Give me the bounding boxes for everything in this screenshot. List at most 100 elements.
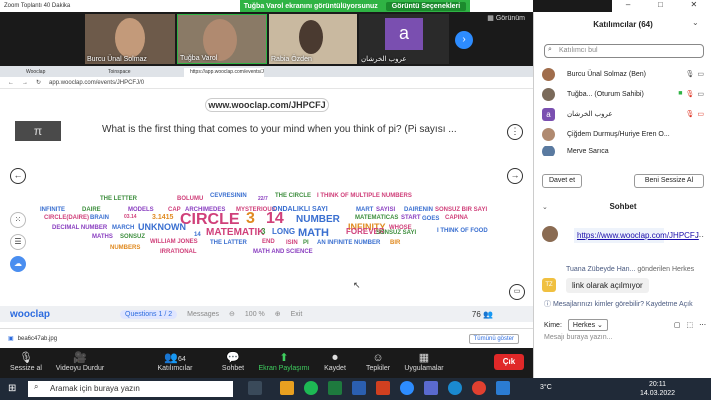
time: 20:11	[649, 381, 667, 388]
back-icon[interactable]: ←	[8, 80, 14, 86]
word-cloud-word: LONG	[272, 227, 296, 236]
participant-count: 76 👥	[472, 310, 493, 319]
chat-message-link[interactable]: https://www.wooclap.com/JHPCFJ	[574, 228, 699, 243]
participant-row[interactable]: a عروب الخرشان 🎙 ▭	[542, 106, 704, 122]
chrome-icon[interactable]	[472, 381, 486, 395]
grid-menu-icon[interactable]: ⁙	[10, 212, 26, 228]
taskbar-clock[interactable]: 20:11 14.03.2022	[640, 380, 675, 398]
windows-start-icon[interactable]: ⊞	[8, 383, 16, 394]
questions-tab[interactable]: Questions 1 / 2	[120, 309, 178, 319]
video-tile[interactable]: Tuğba Varol	[177, 14, 267, 64]
address-bar[interactable]: app.wooclap.com/events/JHPCFJ/0	[49, 80, 144, 86]
word-icon[interactable]	[352, 381, 366, 395]
show-all-button[interactable]: Tümünü göster	[468, 333, 519, 344]
chat-visibility-info[interactable]: ⓘ Mesajlarınızı kimler görebilir? Kaydet…	[544, 299, 693, 309]
messages-tab[interactable]: Messages	[187, 311, 219, 318]
screenshot-icon[interactable]: ⬚	[687, 321, 694, 329]
list-icon[interactable]: ☰	[10, 234, 26, 250]
edge-icon[interactable]	[448, 381, 462, 395]
taskbar-search-input[interactable]: Aramak için buraya yazın	[28, 381, 233, 397]
chat-button[interactable]: 💬 Sohbet	[218, 351, 248, 372]
more-icon[interactable]: ⋯	[699, 321, 706, 329]
next-page-button[interactable]: ›	[455, 31, 473, 49]
participants-button[interactable]: 👥64 Katılımcılar	[155, 351, 195, 372]
close-icon[interactable]: ✕	[690, 0, 697, 12]
exit-button[interactable]: Exit	[291, 311, 303, 318]
more-icon[interactable]: ⋯	[696, 232, 704, 241]
stop-video-button[interactable]: 🎥 Videoyu Durdur	[52, 351, 108, 372]
gallery-view-button[interactable]: ▦ Görünüm	[487, 14, 525, 22]
browser-tab[interactable]: Toinspace	[102, 68, 182, 77]
previous-arrow-icon[interactable]: ←	[10, 168, 26, 184]
apps-button[interactable]: ▦ Uygulamalar	[402, 351, 446, 372]
file-icon[interactable]: ▢	[674, 321, 681, 329]
spotify-icon[interactable]	[304, 381, 318, 395]
invite-button[interactable]: Davet et	[542, 174, 582, 188]
window-controls: – □ ✕	[612, 0, 711, 12]
maximize-icon[interactable]: □	[658, 0, 663, 12]
search-icon: ⌕	[34, 382, 39, 391]
video-off-icon: ▭	[697, 111, 704, 118]
chat-title: Sohbet	[609, 202, 637, 211]
word-cloud-word: ISIN	[286, 240, 298, 246]
browser-tab[interactable]: Wooclap	[20, 68, 100, 77]
weather-temperature[interactable]: 3°C	[540, 384, 552, 391]
word-cloud-word: SONSUZ SAYI	[376, 230, 417, 236]
more-icon[interactable]: ⋮	[507, 124, 523, 140]
record-button[interactable]: ⏺ Kaydet	[320, 351, 350, 372]
participant-name: Çiğdem Durmuş/Huriye Eren O...	[567, 130, 670, 138]
mute-button[interactable]: 🎙 Sessize al	[8, 351, 44, 372]
keyboard-icon[interactable]: ▭	[509, 284, 525, 300]
date: 14.03.2022	[640, 390, 676, 397]
word-cloud-word: END	[262, 239, 275, 245]
zoom-in-icon[interactable]: ⊕	[275, 310, 281, 318]
participant-row[interactable]: Tuğba... (Oturum Sahibi) ■ 🎙 ▭	[542, 86, 704, 102]
leave-button[interactable]: Çık	[494, 354, 524, 370]
participant-row[interactable]: Burcu Ünal Solmaz (Ben) 🎙 ▭	[542, 66, 704, 82]
video-tile[interactable]: a عروب الخرشان	[359, 14, 449, 64]
search-icon: ⌕	[548, 46, 552, 53]
word-cloud-word: THE LATTER	[210, 240, 247, 246]
questions-label: Questions	[125, 310, 157, 318]
panel-menu-icon[interactable]: ⌄	[692, 18, 699, 27]
participant-row[interactable]: Merve Sarıca	[542, 146, 704, 156]
cloud-icon[interactable]: ☁	[10, 256, 26, 272]
chat-input[interactable]: Mesajı buraya yazın...	[544, 334, 612, 341]
recipient-dropdown[interactable]: Herkes ⌄	[567, 319, 608, 331]
excel-icon[interactable]	[328, 381, 342, 395]
share-screen-button[interactable]: ⬆ Ekran Paylaşımı	[258, 351, 310, 372]
word-cloud-word: 14	[266, 210, 284, 227]
video-tile[interactable]: Rabia Özden	[269, 14, 357, 64]
video-tile[interactable]: Burcu Ünal Solmaz	[85, 14, 175, 64]
word-cloud-word: 3	[261, 227, 266, 236]
word-cloud-word: 3.1415	[152, 214, 174, 221]
view-options-button[interactable]: Görüntü Seçenekleri	[385, 1, 467, 11]
file-explorer-icon[interactable]	[280, 381, 294, 395]
outlook-icon[interactable]	[496, 381, 510, 395]
participants-title: Katılımcılar (64)	[593, 20, 653, 29]
participant-name: عروب الخرشان	[567, 111, 613, 118]
window-title: Zoom Toplantı 40 Dakika	[4, 3, 71, 9]
reload-icon[interactable]: ↻	[36, 79, 41, 86]
task-view-icon[interactable]	[248, 381, 262, 395]
word-cloud-word: MARCH	[112, 225, 135, 231]
next-arrow-icon[interactable]: →	[507, 168, 523, 184]
participant-search-input[interactable]: Katılımcı bul	[544, 44, 704, 58]
mute-self-button[interactable]: Beni Sessize Al	[634, 174, 704, 188]
reactions-button[interactable]: ☺ Tepkiler	[362, 351, 394, 372]
participant-row[interactable]: Çiğdem Durmuş/Huriye Eren O...	[542, 126, 704, 142]
wooclap-toolbar: wooclap Questions 1 / 2 Messages ⊖ 100 %…	[0, 306, 533, 322]
word-cloud-word: BIR	[390, 240, 401, 246]
powerpoint-icon[interactable]	[376, 381, 390, 395]
avatar: a	[385, 18, 423, 50]
zoom-app-icon[interactable]	[400, 381, 414, 395]
teams-icon[interactable]	[424, 381, 438, 395]
participant-name: Burcu Ünal Solmaz (Ben)	[567, 70, 646, 78]
word-cloud-word: 3	[246, 210, 255, 227]
browser-tab[interactable]: https://app.wooclap.com/events/JHPCFJ/0	[184, 68, 264, 77]
forward-icon[interactable]: →	[22, 80, 28, 86]
zoom-out-icon[interactable]: ⊖	[229, 310, 235, 318]
download-file[interactable]: bea6c47ab.jpg	[18, 336, 57, 342]
minimize-icon[interactable]: –	[626, 0, 630, 12]
participant-video	[299, 20, 323, 54]
